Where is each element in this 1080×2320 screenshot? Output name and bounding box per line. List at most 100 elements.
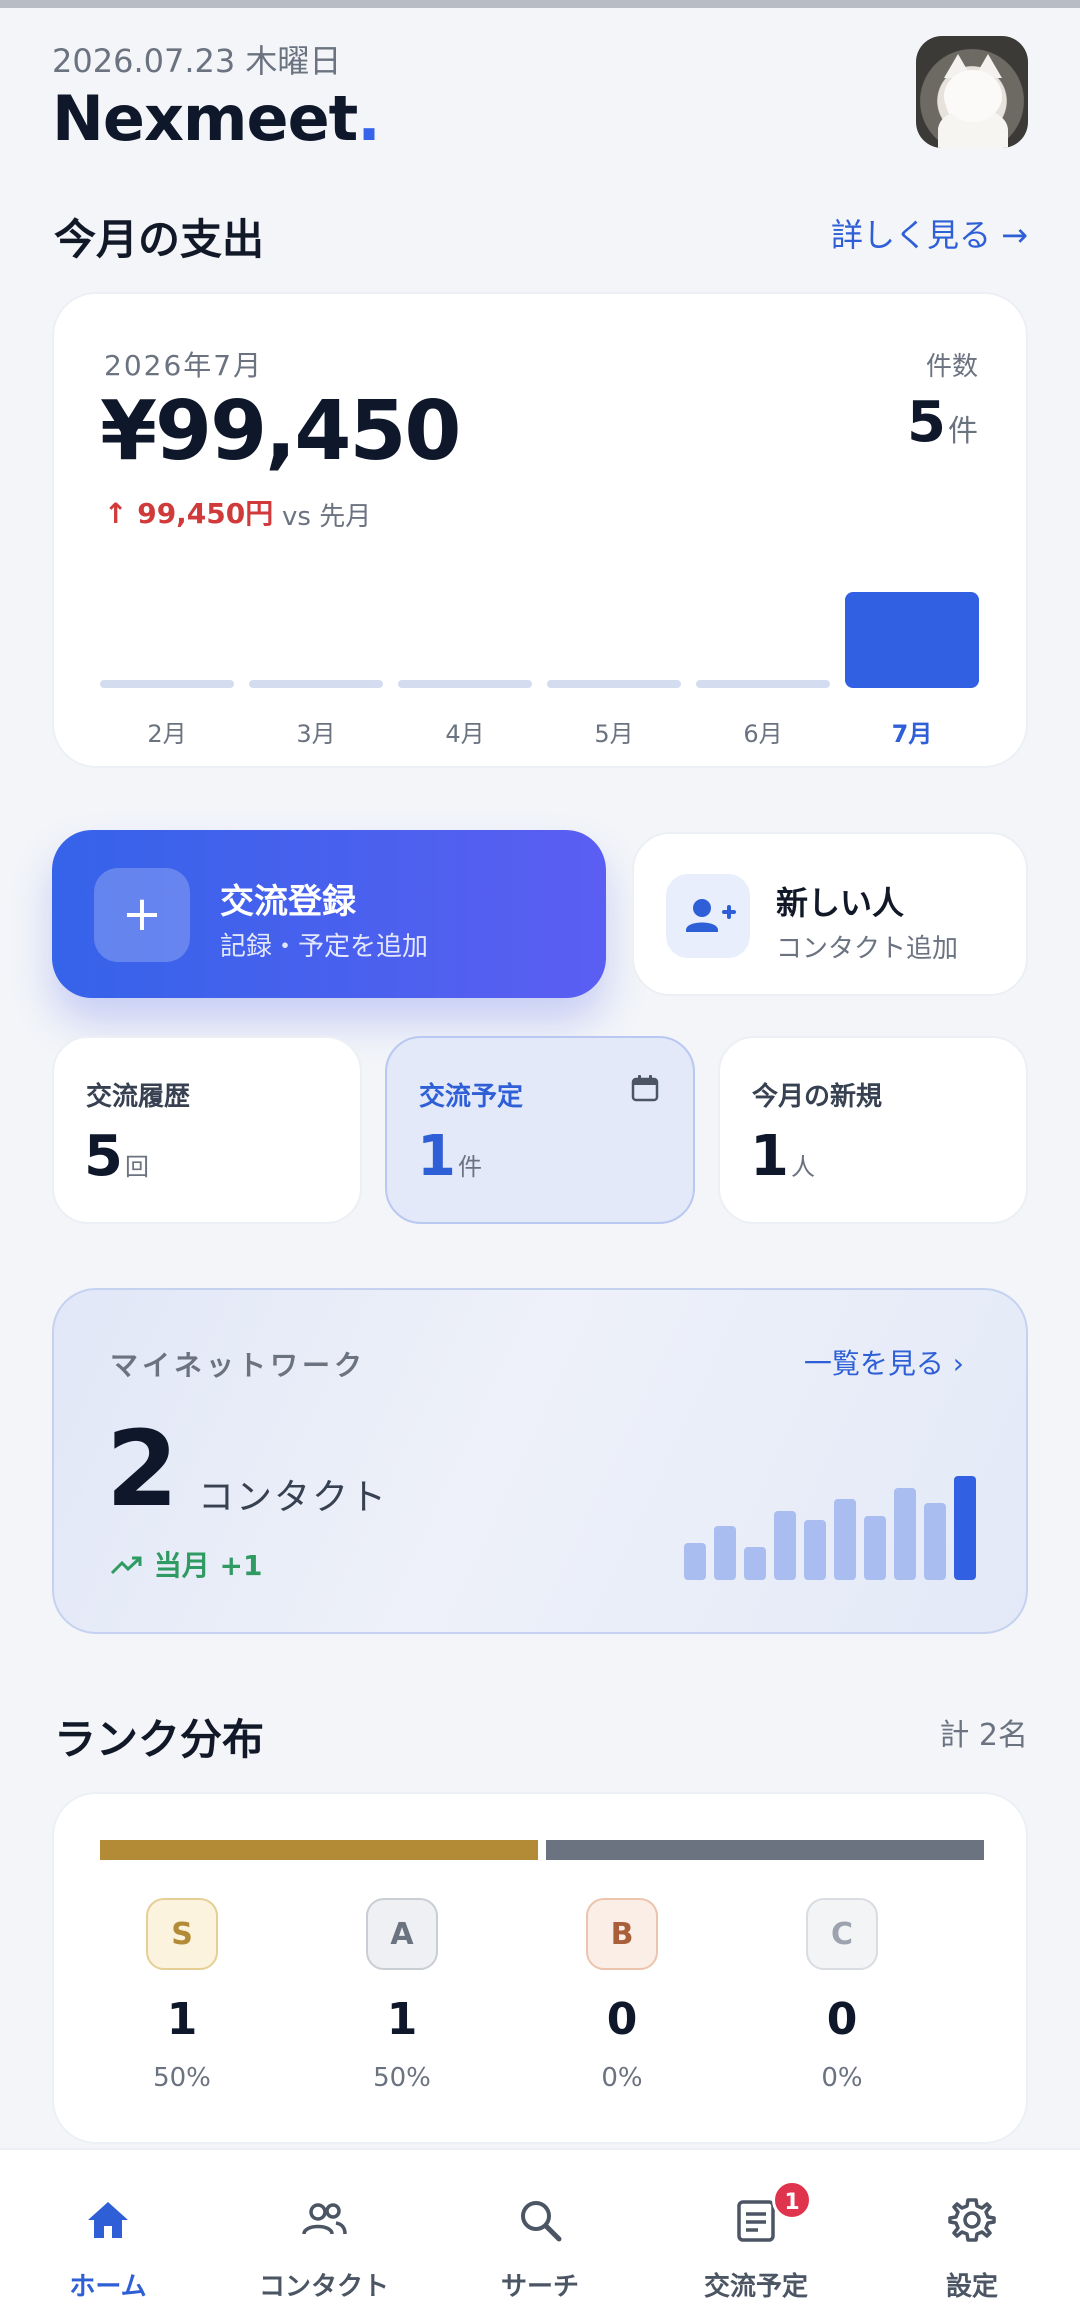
expense-change: ↑ 99,450円 xyxy=(104,497,274,530)
person-add-icon xyxy=(666,874,750,958)
rank-count: 1 xyxy=(386,1994,418,2045)
calendar-icon xyxy=(631,1075,659,1102)
nav-settings-label: 設定 xyxy=(945,2272,998,2302)
expense-amount: ¥99,450 xyxy=(100,384,461,479)
chart-tick-label: 2月 xyxy=(147,720,187,748)
rank-percent: 0% xyxy=(821,2063,863,2093)
chart-bar xyxy=(398,680,532,688)
rank-percent: 50% xyxy=(373,2063,431,2093)
stat-history[interactable]: 交流履歴 5回 xyxy=(52,1036,362,1224)
bottom-navigation: ホーム コンタクト サーチ 1 交流予定 設定 xyxy=(0,2148,1080,2320)
network-view-all-link[interactable]: 一覧を見る › xyxy=(804,1342,964,1382)
stat-history-value: 5回 xyxy=(84,1124,149,1189)
stat-history-number: 5 xyxy=(84,1124,123,1189)
chart-bar xyxy=(249,680,383,688)
rank-badge: S xyxy=(146,1898,218,1970)
avatar[interactable] xyxy=(916,36,1028,148)
people-icon xyxy=(302,2203,347,2235)
rank-badge: B xyxy=(586,1898,658,1970)
gear-icon xyxy=(948,2198,996,2242)
rank-count: 0 xyxy=(826,1994,858,2045)
stat-new-label: 今月の新規 xyxy=(752,1082,883,1112)
chart-tick-label: 7月 xyxy=(891,720,933,748)
rank-total: 計 2名 xyxy=(939,1718,1028,1753)
rank-bar-segment xyxy=(100,1840,538,1860)
rank-column: S 1 50% xyxy=(102,1898,262,2093)
network-mini-bar xyxy=(714,1526,736,1580)
chart-tick-label: 6月 xyxy=(743,720,783,748)
nav-home[interactable]: ホーム xyxy=(0,2150,216,2320)
expense-card[interactable]: 2026年7月 ¥99,450 ↑ 99,450円 vs 先月 件数 5件 2月… xyxy=(52,292,1028,768)
network-mini-bar xyxy=(864,1516,886,1580)
rank-percent: 50% xyxy=(153,2063,211,2093)
add-contact-button[interactable]: 新しい人 コンタクト追加 xyxy=(632,832,1028,996)
expense-detail-link[interactable]: 詳しく見る → xyxy=(831,210,1028,256)
nav-contacts[interactable]: コンタクト xyxy=(216,2150,432,2320)
network-mini-bar xyxy=(744,1547,766,1580)
home-icon xyxy=(88,2202,128,2238)
rank-bar-segment xyxy=(546,1840,984,1860)
chart-bar xyxy=(696,680,830,688)
network-mini-bar xyxy=(834,1499,856,1580)
nav-settings[interactable]: 設定 xyxy=(864,2150,1080,2320)
stat-scheduled-value: 1件 xyxy=(417,1124,482,1189)
add-contact-subtitle: コンタクト追加 xyxy=(776,934,959,964)
stat-new-value: 1人 xyxy=(750,1124,815,1189)
stat-new-number: 1 xyxy=(750,1124,789,1189)
add-contact-title: 新しい人 xyxy=(776,884,905,922)
stat-new-this-month[interactable]: 今月の新規 1人 xyxy=(718,1036,1028,1224)
nav-home-label: ホーム xyxy=(69,2272,147,2302)
expense-month: 2026年7月 xyxy=(104,349,264,382)
chart-tick-label: 4月 xyxy=(445,720,485,748)
rank-column: C 0 0% xyxy=(762,1898,922,2093)
chart-bar xyxy=(845,592,979,688)
rank-card: S 1 50% A 1 50% B 0 0% C 0 0% xyxy=(52,1792,1028,2144)
chart-tick-label: 5月 xyxy=(594,720,634,748)
rank-count: 0 xyxy=(606,1994,638,2045)
my-network-card[interactable]: マイネットワーク 一覧を見る › 2 コンタクト 当月 +1 xyxy=(52,1288,1028,1634)
network-count: 2 xyxy=(106,1408,179,1530)
rank-count: 1 xyxy=(166,1994,198,2045)
add-interaction-button[interactable]: + 交流登録 記録・予定を追加 xyxy=(52,830,606,998)
network-mini-bar xyxy=(894,1488,916,1580)
network-label: マイネットワーク xyxy=(110,1349,367,1382)
brand-logo: Nexmeet. xyxy=(52,82,381,155)
expense-count-label: 件数 xyxy=(925,352,978,382)
stat-scheduled-number: 1 xyxy=(417,1124,456,1189)
network-trend-text: 当月 +1 xyxy=(153,1549,263,1582)
expense-vs-label: vs 先月 xyxy=(282,502,372,532)
plus-icon: + xyxy=(94,868,190,962)
avatar-cat-head xyxy=(944,70,1002,122)
expense-count-value: 5 xyxy=(907,390,946,455)
search-icon xyxy=(521,2201,562,2242)
network-unit: コンタクト xyxy=(198,1477,389,1518)
top-status-line xyxy=(0,0,1080,8)
schedule-badge: 1 xyxy=(772,2180,812,2220)
nav-search-label: サーチ xyxy=(500,2272,579,2302)
brand-dot: . xyxy=(357,82,381,155)
rank-badge: A xyxy=(366,1898,438,1970)
add-interaction-subtitle: 記録・予定を追加 xyxy=(220,932,429,962)
stat-scheduled-unit: 件 xyxy=(457,1153,482,1181)
stat-scheduled-label: 交流予定 xyxy=(419,1082,524,1112)
header: 2026.07.23 木曜日 Nexmeet. xyxy=(52,30,1028,160)
nav-schedule[interactable]: 1 交流予定 xyxy=(648,2150,864,2320)
stat-new-unit: 人 xyxy=(790,1153,815,1181)
trending-up-icon xyxy=(110,1556,142,1575)
network-mini-bar xyxy=(954,1476,976,1580)
network-mini-bar xyxy=(774,1511,796,1580)
chart-bar xyxy=(100,680,234,688)
date-text: 2026.07.23 木曜日 xyxy=(52,42,342,80)
rank-badge: C xyxy=(806,1898,878,1970)
rank-distribution-bar xyxy=(100,1840,984,1860)
expense-count-unit: 件 xyxy=(948,414,978,449)
expense-bar-chart: 2月 3月 4月 5月 6月 7月 xyxy=(100,564,984,748)
nav-contacts-label: コンタクト xyxy=(258,2272,389,2302)
brand-name: Nexmeet xyxy=(52,82,358,155)
rank-column: B 0 0% xyxy=(542,1898,702,2093)
stat-history-unit: 回 xyxy=(124,1153,149,1181)
network-mini-bar xyxy=(684,1543,706,1580)
stat-scheduled[interactable]: 交流予定 1件 xyxy=(385,1036,695,1224)
nav-search[interactable]: サーチ xyxy=(432,2150,648,2320)
network-mini-bar xyxy=(924,1503,946,1580)
